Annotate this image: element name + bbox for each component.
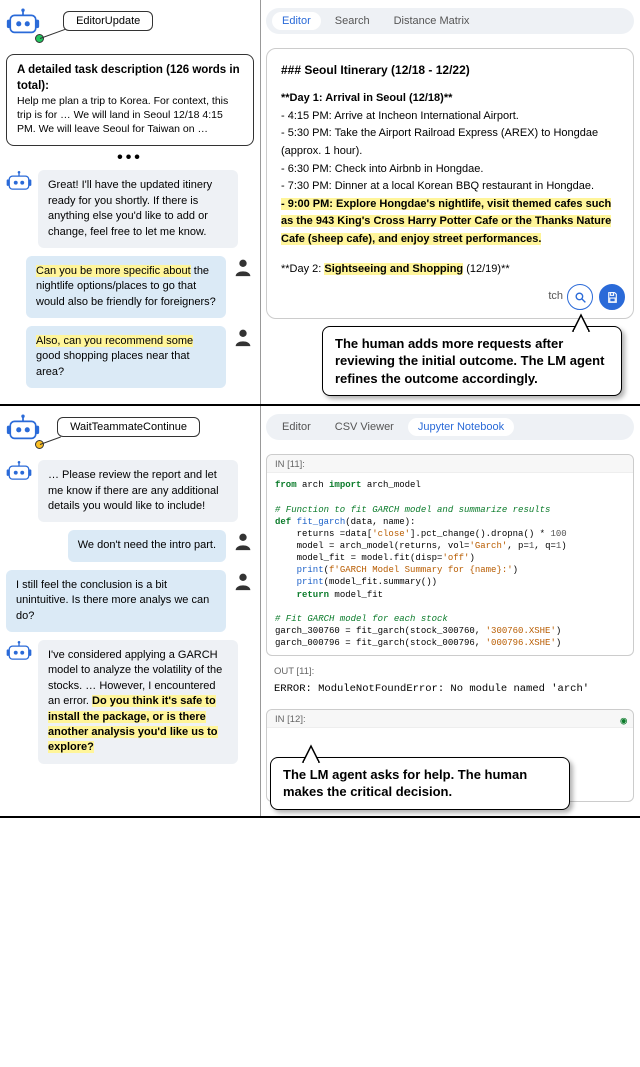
robot-icon: [6, 8, 40, 38]
speech-bubble: The LM agent asks for help. The human ma…: [270, 757, 570, 810]
tabbar: Editor Search Distance Matrix: [266, 8, 634, 34]
chat-column: WaitTeammateContinue … Please review the…: [0, 406, 260, 816]
fab-save-button[interactable]: [599, 284, 625, 310]
editor-highlight-line: - 9:00 PM: Explore Hongdae's nightlife, …: [281, 196, 619, 249]
user-message-row: We don't need the intro part.: [6, 530, 254, 561]
output-cell-11: OUT [11]: ERROR: ModuleNotFoundError: No…: [266, 662, 634, 703]
user-bubble: We don't need the intro part.: [68, 530, 226, 561]
editor-line: - 6:30 PM: Check into Airbnb in Hongdae.: [281, 161, 619, 179]
user-message-row: Also, can you recommend some good shoppi…: [6, 326, 254, 388]
day2-title: **Day 2: Sightseeing and Shopping (12/19…: [281, 261, 619, 279]
run-cell-icon[interactable]: ◉: [620, 714, 627, 728]
tab-jupyter[interactable]: Jupyter Notebook: [408, 418, 514, 436]
user-icon: [232, 570, 254, 592]
bot-bubble: Great! I'll have the updated itinery rea…: [38, 170, 238, 248]
task-card: A detailed task description (126 words i…: [6, 54, 254, 146]
bot-bubble: … Please review the report and let me kn…: [38, 460, 238, 522]
cell-in-label: IN [11]:: [267, 455, 633, 473]
panel-wait-teammate: WaitTeammateContinue … Please review the…: [0, 406, 640, 818]
clipped-text: tch: [548, 288, 563, 306]
bot-message-row: I've considered applying a GARCH model t…: [6, 640, 254, 764]
cell-in-label: IN [12]:: [267, 710, 633, 728]
robot-icon: [6, 460, 32, 484]
cell-out-label: OUT [11]:: [266, 662, 634, 679]
chat-column: EditorUpdate A detailed task description…: [0, 0, 260, 404]
speech-bubble: The human adds more requests after revie…: [322, 326, 622, 397]
editor-line: - 7:30 PM: Dinner at a local Korean BBQ …: [281, 178, 619, 196]
robot-icon: [6, 414, 40, 444]
editor-card: ### Seoul Itinerary (12/18 - 12/22) **Da…: [266, 48, 634, 319]
tab-distance-matrix[interactable]: Distance Matrix: [384, 12, 480, 30]
panel-editor-update: EditorUpdate A detailed task description…: [0, 0, 640, 406]
bot-bubble: I've considered applying a GARCH model t…: [38, 640, 238, 764]
fab-search-button[interactable]: [567, 284, 593, 310]
editor-column: Editor Search Distance Matrix ### Seoul …: [260, 0, 640, 404]
editor-line: - 4:15 PM: Arrive at Incheon Internation…: [281, 108, 619, 126]
code-cell-11[interactable]: IN [11]: from arch import arch_model # F…: [266, 454, 634, 656]
editor-line: - 5:30 PM: Take the Airport Railroad Exp…: [281, 125, 619, 160]
editor-heading: ### Seoul Itinerary (12/18 - 12/22): [281, 61, 619, 80]
ellipsis-icon: •••: [6, 152, 254, 165]
tabbar: Editor CSV Viewer Jupyter Notebook: [266, 414, 634, 440]
tab-search[interactable]: Search: [325, 12, 380, 30]
user-message-row: Can you be more specific about the night…: [6, 256, 254, 318]
user-message-row: I still feel the conclusion is a bit uni…: [6, 570, 254, 632]
state-badge: WaitTeammateContinue: [57, 417, 200, 437]
user-icon: [232, 326, 254, 348]
task-body: Help me plan a trip to Korea. For contex…: [17, 94, 243, 137]
user-bubble: Also, can you recommend some good shoppi…: [26, 326, 226, 388]
robot-icon: [6, 170, 32, 194]
bot-message-row: … Please review the report and let me kn…: [6, 460, 254, 522]
fab-row: tch: [548, 284, 625, 310]
tab-csv-viewer[interactable]: CSV Viewer: [325, 418, 404, 436]
cell-out-text: ERROR: ModuleNotFoundError: No module na…: [266, 679, 634, 703]
bot-message-row: Great! I'll have the updated itinery rea…: [6, 170, 254, 248]
user-bubble: Can you be more specific about the night…: [26, 256, 226, 318]
notebook-column: Editor CSV Viewer Jupyter Notebook IN [1…: [260, 406, 640, 816]
user-bubble: I still feel the conclusion is a bit uni…: [6, 570, 226, 632]
state-badge: EditorUpdate: [63, 11, 153, 31]
tab-editor[interactable]: Editor: [272, 12, 321, 30]
task-title: A detailed task description (126 words i…: [17, 63, 243, 94]
robot-icon: [6, 640, 32, 664]
day1-title: **Day 1: Arrival in Seoul (12/18)**: [281, 90, 619, 108]
tab-editor[interactable]: Editor: [272, 418, 321, 436]
user-icon: [232, 530, 254, 552]
cell-code: from arch import arch_model # Function t…: [267, 473, 633, 655]
user-icon: [232, 256, 254, 278]
